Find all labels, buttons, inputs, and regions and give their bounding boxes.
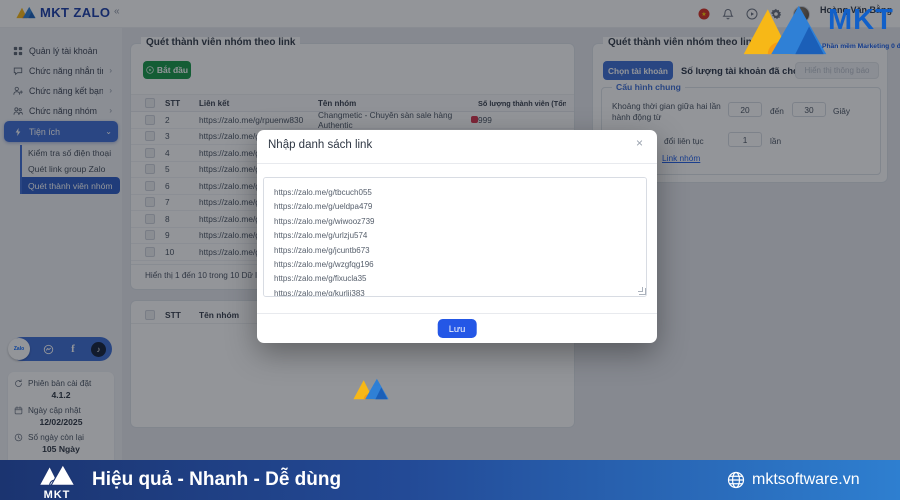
footer-logo-icon (37, 463, 77, 490)
modal-divider-bottom (257, 313, 657, 314)
footer-logo-text: MKT (43, 489, 71, 500)
save-button[interactable]: Lưu (437, 319, 477, 338)
footer-website[interactable]: mktsoftware.vn (727, 460, 860, 500)
globe-icon (727, 471, 745, 489)
footer-website-text: mktsoftware.vn (752, 471, 860, 488)
close-icon[interactable]: × (636, 137, 643, 149)
modal-divider-top (257, 163, 657, 164)
footer-bar: MKT Phần mềm Marketing 0 đồng Hiệu quả -… (0, 460, 900, 500)
app-window: MKT ZALO « ★ Hoàng Văn Bằng Quản lý tài … (0, 0, 900, 500)
footer-logo: MKT Phần mềm Marketing 0 đồng (34, 463, 80, 500)
footer-slogan: Hiệu quả - Nhanh - Dễ dùng (92, 469, 342, 490)
link-list-textarea[interactable]: https://zalo.me/g/tbcuch055 https://zalo… (263, 177, 647, 297)
link-list-modal: Nhập danh sách link × https://zalo.me/g/… (257, 130, 657, 343)
modal-title: Nhập danh sách link (268, 139, 373, 151)
